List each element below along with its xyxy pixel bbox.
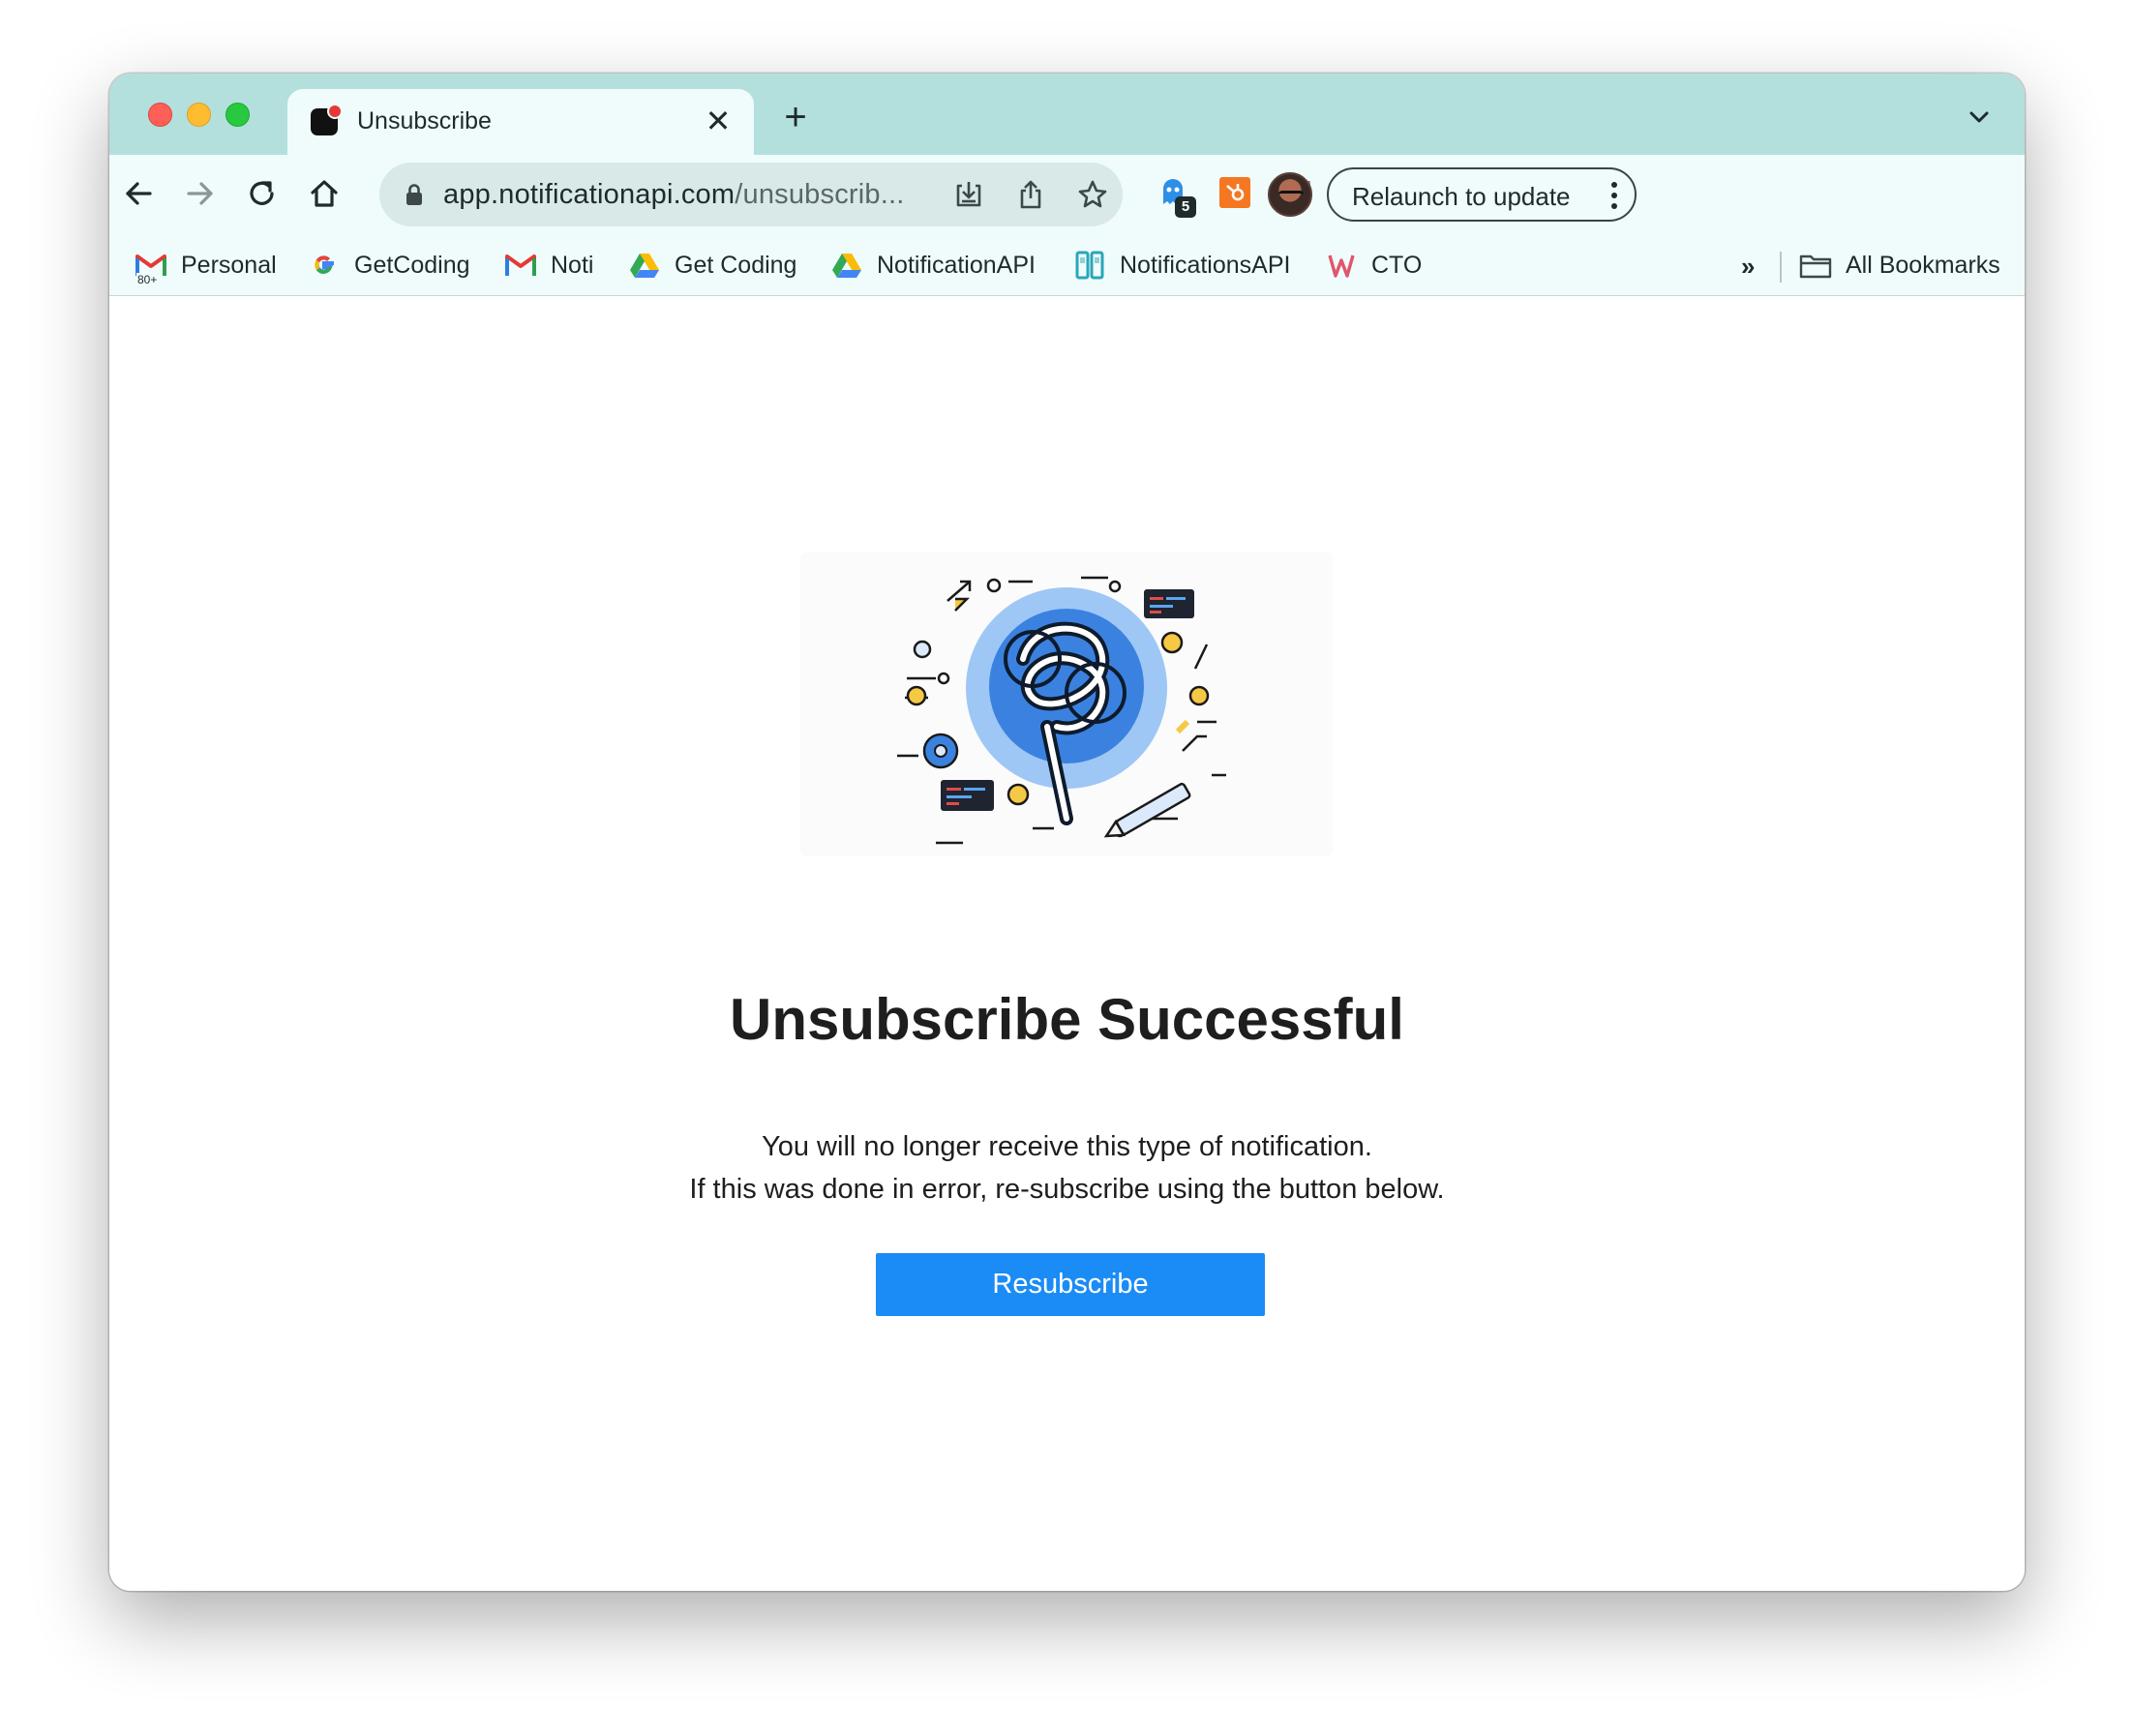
bookmark-label: All Bookmarks bbox=[1846, 251, 2000, 279]
cto-icon bbox=[1325, 250, 1358, 281]
resubscribe-button[interactable]: Resubscribe bbox=[876, 1253, 1265, 1316]
install-app-icon[interactable] bbox=[950, 176, 987, 213]
hubspot-extension-icon[interactable] bbox=[1216, 173, 1254, 212]
notificationsapi-icon bbox=[1073, 250, 1106, 281]
tab-strip: Unsubscribe ✕ + bbox=[109, 74, 2025, 155]
brain-illustration bbox=[800, 553, 1333, 856]
page-title: Unsubscribe Successful bbox=[730, 987, 1404, 1052]
maximize-window-button[interactable] bbox=[225, 103, 250, 127]
reload-button[interactable] bbox=[241, 172, 284, 215]
browser-window: Unsubscribe ✕ + app.notificationapi.com/… bbox=[109, 74, 2025, 1591]
gmail-icon: 80+ bbox=[135, 250, 167, 286]
folder-icon bbox=[1799, 250, 1832, 281]
all-bookmarks-button[interactable]: All Bookmarks bbox=[1799, 248, 2000, 283]
gmail-icon bbox=[504, 250, 537, 281]
bookmarks-divider bbox=[1780, 252, 1782, 283]
tab-search-chevron-icon[interactable] bbox=[1963, 103, 1996, 132]
bookmark-get-coding[interactable]: Get Coding bbox=[628, 248, 796, 283]
bookmark-label: Personal bbox=[181, 251, 277, 279]
notificationapi-favicon-icon bbox=[311, 104, 343, 135]
relaunch-label: Relaunch to update bbox=[1352, 182, 1571, 211]
bookmark-notificationapi[interactable]: NotificationAPI bbox=[830, 248, 1036, 283]
tab-unsubscribe[interactable]: Unsubscribe ✕ bbox=[287, 89, 754, 155]
message-line-1: You will no longer receive this type of … bbox=[762, 1131, 1372, 1162]
relaunch-button[interactable]: Relaunch to update bbox=[1327, 167, 1637, 222]
ghostery-extension-icon[interactable]: 5 bbox=[1154, 173, 1196, 218]
bookmark-label: NotificationsAPI bbox=[1120, 251, 1291, 279]
bookmark-notificationsapi[interactable]: NotificationsAPI bbox=[1073, 248, 1290, 283]
url-text[interactable]: app.notificationapi.com/unsubscrib... bbox=[443, 179, 905, 211]
url-host: app.notificationapi.com bbox=[443, 179, 736, 210]
profile-avatar[interactable] bbox=[1268, 172, 1312, 217]
forward-button[interactable] bbox=[179, 172, 222, 215]
google-drive-icon bbox=[830, 250, 863, 281]
home-icon bbox=[311, 180, 338, 207]
kebab-menu-icon[interactable] bbox=[1609, 179, 1619, 212]
ghostery-badge: 5 bbox=[1175, 196, 1196, 218]
gmail-badge: 80+ bbox=[136, 273, 159, 286]
more-bookmarks-button[interactable]: » bbox=[1741, 252, 1755, 282]
address-bar[interactable]: app.notificationapi.com/unsubscrib... bbox=[379, 163, 1123, 226]
url-path: /unsubscrib... bbox=[735, 179, 905, 210]
back-arrow-icon bbox=[126, 182, 152, 205]
toolbar: app.notificationapi.com/unsubscrib... 5 bbox=[109, 155, 2025, 234]
back-button[interactable] bbox=[117, 172, 160, 215]
bookmarks-bar: 80+ Personal GetCoding Noti Get Coding N… bbox=[109, 234, 2025, 296]
page-content: Unsubscribe Successful You will no longe… bbox=[109, 297, 2025, 1591]
share-icon[interactable] bbox=[1012, 176, 1049, 213]
minimize-window-button[interactable] bbox=[187, 103, 211, 127]
bookmark-label: Noti bbox=[551, 251, 594, 279]
message-line-2: If this was done in error, re-subscribe … bbox=[689, 1174, 1445, 1205]
home-button[interactable] bbox=[303, 172, 345, 215]
bookmark-cto[interactable]: CTO bbox=[1325, 248, 1422, 283]
bookmark-label: CTO bbox=[1371, 251, 1423, 279]
bookmark-star-icon[interactable] bbox=[1074, 176, 1111, 213]
tab-title: Unsubscribe bbox=[357, 107, 492, 135]
google-icon bbox=[308, 250, 341, 281]
lock-icon[interactable] bbox=[403, 182, 426, 207]
bookmark-label: NotificationAPI bbox=[877, 251, 1036, 279]
new-tab-button[interactable]: + bbox=[777, 98, 814, 137]
tab-close-icon[interactable]: ✕ bbox=[700, 103, 736, 139]
bookmark-getcoding[interactable]: GetCoding bbox=[308, 248, 470, 283]
reload-icon bbox=[250, 181, 274, 205]
bookmark-noti[interactable]: Noti bbox=[504, 248, 593, 283]
google-drive-icon bbox=[628, 250, 661, 281]
forward-arrow-icon bbox=[187, 182, 213, 205]
bookmark-personal[interactable]: 80+ Personal bbox=[135, 248, 277, 286]
bookmark-label: GetCoding bbox=[354, 251, 470, 279]
close-window-button[interactable] bbox=[148, 103, 172, 127]
bookmark-label: Get Coding bbox=[675, 251, 797, 279]
